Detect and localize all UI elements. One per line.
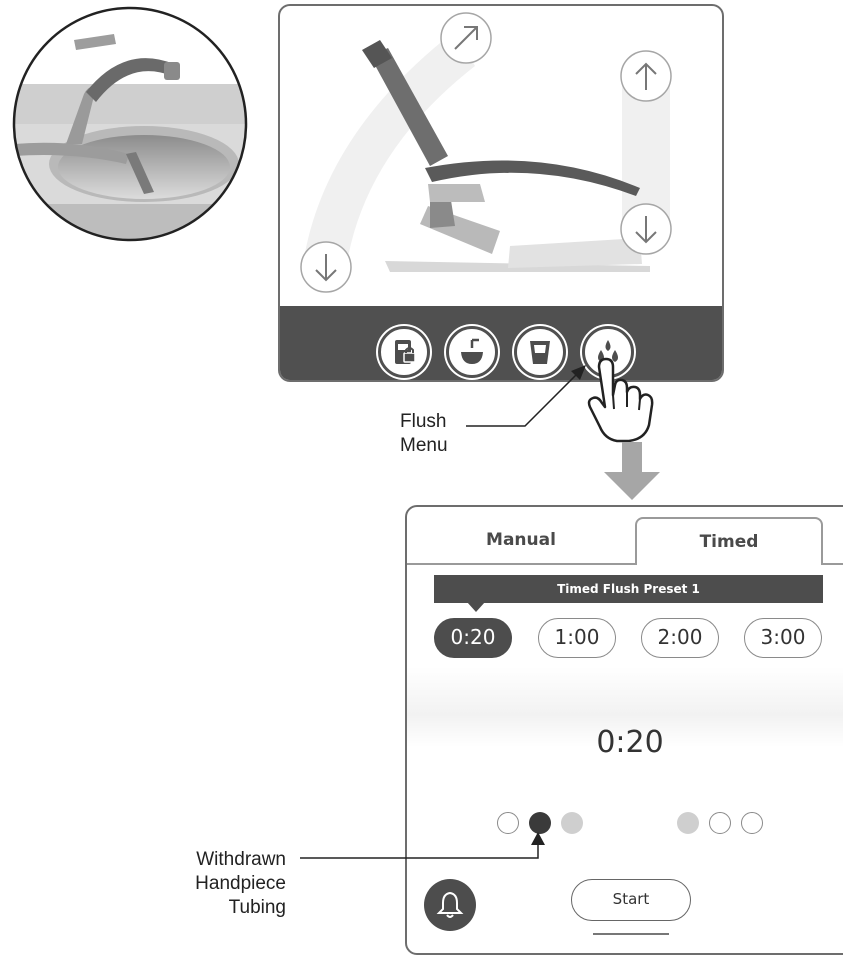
down-arrow-icon[interactable] [620,203,672,255]
callout-line: Handpiece [195,873,286,894]
tab-timed[interactable]: Timed [635,517,823,565]
callout-line: Tubing [228,897,286,918]
handpiece-indicator [561,812,583,834]
callout-line: Withdrawn [196,849,286,870]
handpiece-indicator-withdrawn [529,812,551,834]
flush-settings-screen: Manual Timed Timed Flush Preset 1 0:20 1… [405,505,843,955]
time-option-1-00[interactable]: 1:00 [538,618,616,658]
start-underline [593,933,669,935]
alert-bell-button[interactable] [424,879,476,931]
preset-label: Timed Flush Preset 1 [434,575,823,603]
preset-pointer [467,602,485,612]
callout-line: Flush [400,411,447,432]
time-option-2-00[interactable]: 2:00 [641,618,719,658]
up-arrow-icon[interactable] [620,50,672,102]
withdrawn-tubing-callout: Withdrawn Handpiece Tubing [176,848,286,920]
start-button[interactable]: Start [571,879,691,921]
time-option-3-00[interactable]: 3:00 [744,618,822,658]
pointing-hand-icon [587,357,654,443]
handpiece-indicator [497,812,519,834]
lock-chair-icon[interactable] [378,326,430,378]
time-option-0-20[interactable]: 0:20 [434,618,512,658]
handpiece-indicator [677,812,699,834]
countdown-display: 0:20 [596,725,664,760]
up-right-arrow-icon[interactable] [440,12,492,64]
tab-divider [823,563,843,565]
callout-line: Menu [400,435,448,456]
cuspidor-bowl-icon[interactable] [446,326,498,378]
flush-menu-callout: Flush Menu [400,410,448,458]
bell-icon [436,891,464,918]
cup-fill-icon[interactable] [514,326,566,378]
transition-down-arrow [604,442,660,500]
chair-control-screen [278,4,724,382]
handpiece-indicator [741,812,763,834]
sink-illustration [12,6,248,242]
down-arrow-icon[interactable] [300,241,352,293]
handpiece-indicator [709,812,731,834]
tab-manual[interactable]: Manual [407,517,635,565]
chair-position-illustration [300,12,672,293]
